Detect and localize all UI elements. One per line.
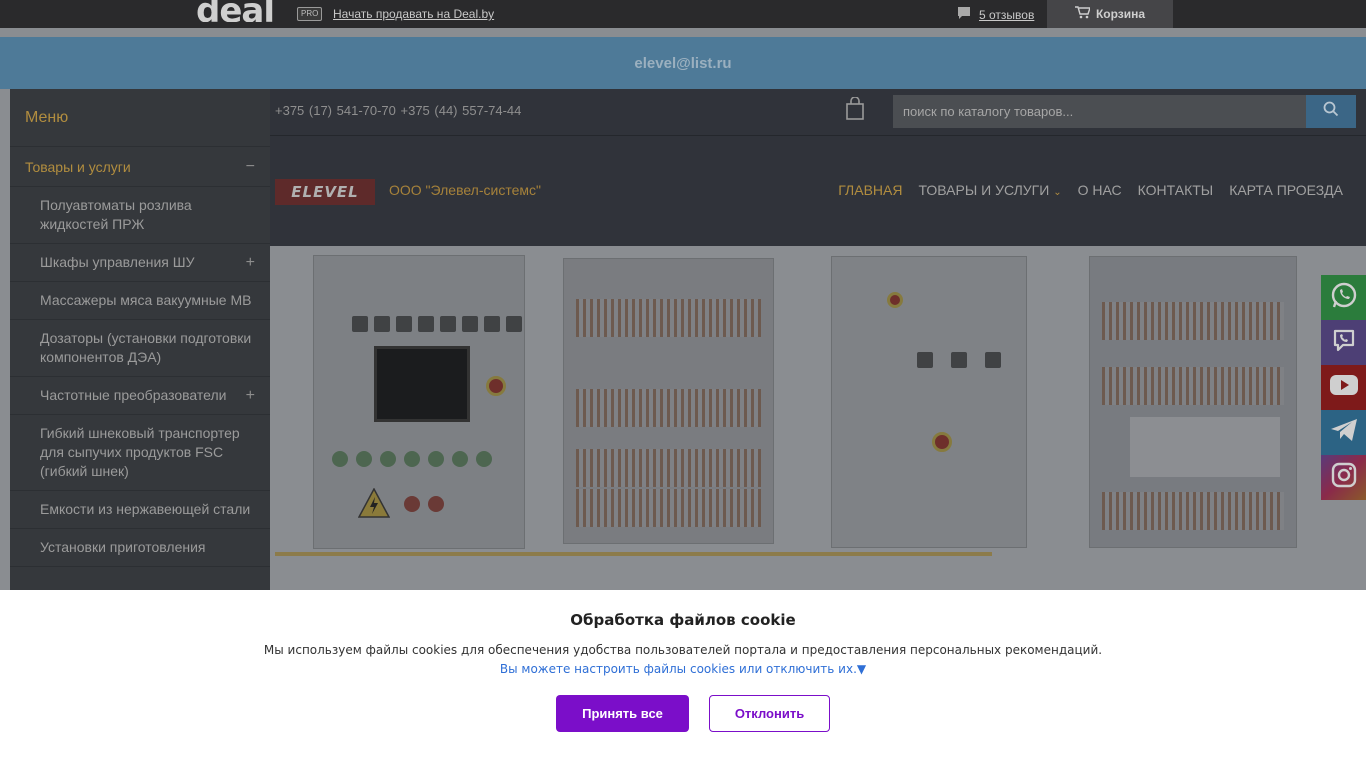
sidebar-item[interactable]: Полуавтоматы розлива жидкостей ПРЖ xyxy=(10,187,270,244)
indicator-row xyxy=(352,316,522,332)
reviews-link[interactable]: 5 отзывов xyxy=(957,6,1034,23)
site-header: +375 (17) 541-70-70 +375 (44) 557-74-44 … xyxy=(270,89,1366,246)
sidebar-item[interactable]: Частотные преобразователи + xyxy=(10,377,270,415)
sidebar-item[interactable]: Емкости из нержавеющей стали xyxy=(10,491,270,529)
decline-button[interactable]: Отклонить xyxy=(709,695,830,732)
sidebar-item-label: Дозаторы (установки подготовки компонент… xyxy=(40,330,252,365)
email-link[interactable]: elevel@list.ru xyxy=(634,55,731,72)
sidebar-item[interactable]: Массажеры мяса вакуумные МВ xyxy=(10,282,270,320)
emergency-stop xyxy=(932,432,952,452)
sidebar-category-products[interactable]: Товары и услуги − xyxy=(10,147,270,187)
cookie-settings-link[interactable]: Вы можете настроить файлы cookies или от… xyxy=(0,662,1366,676)
menu-title[interactable]: Меню xyxy=(10,89,270,147)
nav-map[interactable]: КАРТА ПРОЕЗДА xyxy=(1229,182,1343,198)
sidebar-item[interactable]: Дозаторы (установки подготовки компонент… xyxy=(10,320,270,377)
whatsapp-button[interactable] xyxy=(1321,275,1366,320)
sidebar-menu: Меню Товары и услуги − Полуавтоматы розл… xyxy=(10,89,270,609)
reviews-label: 5 отзывов xyxy=(979,7,1035,22)
indicator-row xyxy=(917,352,1001,368)
search-button[interactable] xyxy=(1306,95,1356,128)
wiring-row xyxy=(1102,302,1284,340)
cabinet-image-2 xyxy=(563,258,774,544)
sidebar-item-label: Установки приготовления xyxy=(40,539,206,555)
deal-logo[interactable]: deal xyxy=(196,0,274,22)
whatsapp-icon xyxy=(1329,280,1359,315)
emergency-stop xyxy=(486,376,506,396)
header-divider xyxy=(270,135,1366,136)
accept-all-button[interactable]: Принять все xyxy=(556,695,689,732)
cookie-text: Мы используем файлы cookies для обеспече… xyxy=(263,643,1103,657)
sidebar-item[interactable]: Установки приготовления xyxy=(10,529,270,567)
expand-icon[interactable]: + xyxy=(246,253,255,272)
viber-icon xyxy=(1329,325,1359,360)
wiring-row xyxy=(576,449,761,487)
youtube-button[interactable] xyxy=(1321,365,1366,410)
nav-home[interactable]: ГЛАВНАЯ xyxy=(838,182,902,198)
cart-icon xyxy=(1074,6,1091,22)
wiring-row xyxy=(1102,492,1284,530)
product-banner[interactable] xyxy=(270,246,1366,590)
search-input[interactable]: поиск по каталогу товаров... xyxy=(893,95,1307,128)
telegram-icon xyxy=(1330,417,1358,448)
button-row xyxy=(404,496,444,512)
youtube-icon xyxy=(1329,374,1359,401)
expand-icon[interactable]: + xyxy=(246,386,255,405)
sidebar-item-label: Полуавтоматы розлива жидкостей ПРЖ xyxy=(40,197,192,232)
email-bar: elevel@list.ru xyxy=(0,37,1366,89)
cabinet-image-4 xyxy=(1089,256,1297,548)
instagram-icon xyxy=(1331,462,1357,493)
cart-button[interactable]: Корзина xyxy=(1047,0,1173,28)
shopping-bag-icon[interactable] xyxy=(846,96,864,121)
slide-progress-bar xyxy=(275,552,992,556)
sidebar-item[interactable]: Шкафы управления ШУ + xyxy=(10,244,270,282)
comment-icon xyxy=(957,6,971,23)
start-selling-link[interactable]: Начать продавать на Deal.by xyxy=(333,7,494,21)
drive-units xyxy=(1130,417,1280,477)
sidebar-item[interactable]: Гибкий шнековый транспортер для сыпучих … xyxy=(10,415,270,491)
sidebar-item-label: Гибкий шнековый транспортер для сыпучих … xyxy=(40,425,240,479)
cookie-consent-panel: Обработка файлов cookie Мы используем фа… xyxy=(0,590,1366,768)
phone-numbers[interactable]: +375 (17) 541-70-70 +375 (44) 557-74-44 xyxy=(275,103,521,118)
cabinet-image-3 xyxy=(831,256,1027,548)
main-nav: ГЛАВНАЯ ТОВАРЫ И УСЛУГИ ⌄ О НАС КОНТАКТЫ… xyxy=(838,182,1343,198)
nav-products[interactable]: ТОВАРЫ И УСЛУГИ ⌄ xyxy=(918,182,1061,198)
sidebar-item-label: Массажеры мяса вакуумные МВ xyxy=(40,292,252,308)
search-icon xyxy=(1323,101,1339,122)
sidebar-item-label: Частотные преобразователи xyxy=(40,387,227,403)
hmi-screen xyxy=(374,346,470,422)
wiring-row xyxy=(1102,367,1284,405)
deal-topbar: deal PRO Начать продавать на Deal.by 5 о… xyxy=(0,0,1366,28)
cabinet-image-1 xyxy=(313,255,525,549)
category-label: Товары и услуги xyxy=(25,158,131,175)
collapse-icon[interactable]: − xyxy=(246,158,255,176)
nav-contacts[interactable]: КОНТАКТЫ xyxy=(1138,182,1214,198)
main-switch xyxy=(887,292,903,308)
sidebar-item-label: Емкости из нержавеющей стали xyxy=(40,501,251,517)
instagram-button[interactable] xyxy=(1321,455,1366,500)
chevron-down-icon: ⌄ xyxy=(1053,187,1062,198)
company-name[interactable]: ООО "Элевел-системс" xyxy=(389,182,541,198)
wiring-row xyxy=(576,299,761,337)
telegram-button[interactable] xyxy=(1321,410,1366,455)
nav-about[interactable]: О НАС xyxy=(1078,182,1122,198)
elevel-logo[interactable]: ELEVEL xyxy=(275,179,375,205)
button-row xyxy=(332,451,492,467)
nav-products-label: ТОВАРЫ И УСЛУГИ xyxy=(918,182,1050,198)
wiring-row xyxy=(576,489,761,527)
warning-icon xyxy=(357,487,391,523)
wiring-row xyxy=(576,389,761,427)
cookie-title: Обработка файлов cookie xyxy=(570,611,796,629)
cart-label: Корзина xyxy=(1095,7,1146,21)
pro-badge: PRO xyxy=(297,7,323,21)
viber-button[interactable] xyxy=(1321,320,1366,365)
sidebar-item-label: Шкафы управления ШУ xyxy=(40,254,195,270)
